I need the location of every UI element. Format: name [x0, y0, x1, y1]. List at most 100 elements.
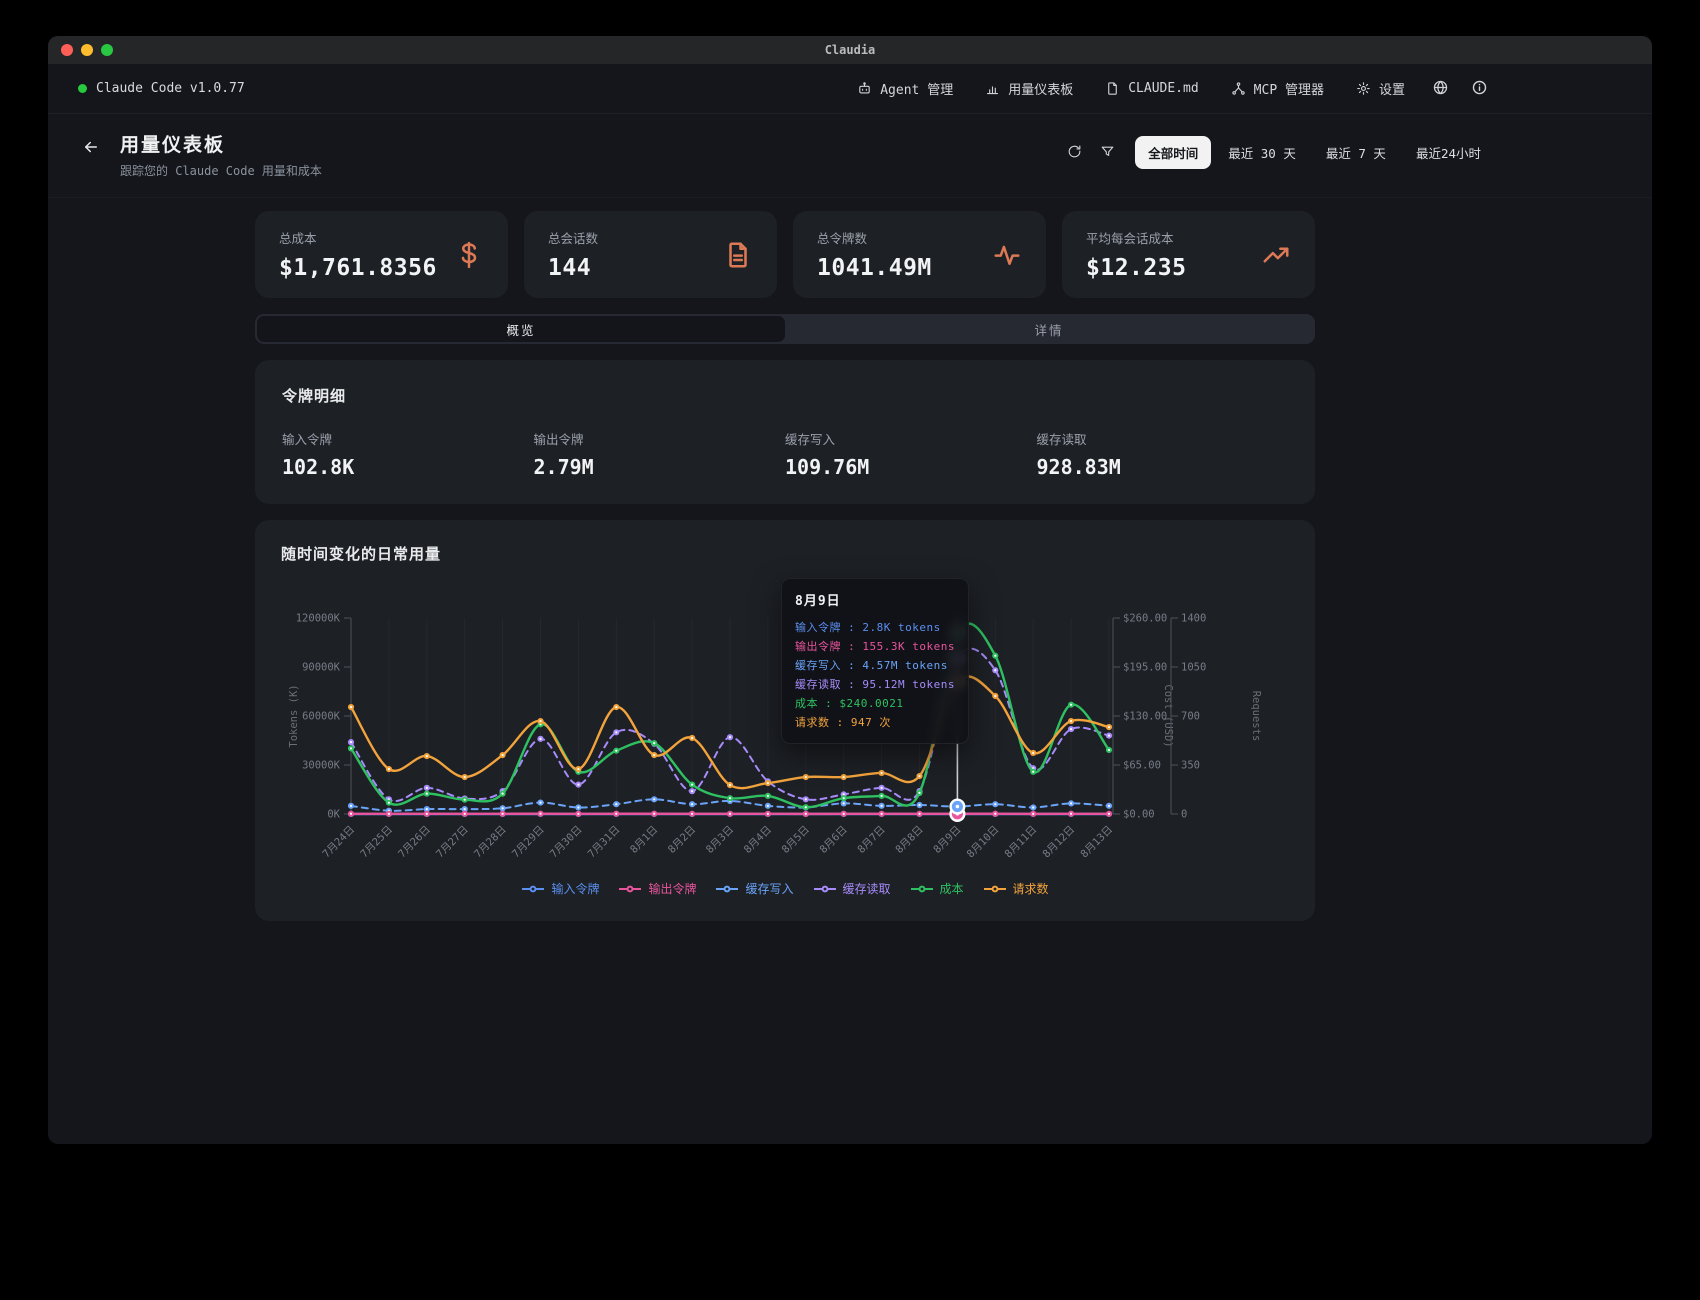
svg-text:$130.00: $130.00	[1123, 711, 1167, 723]
network-icon	[1231, 81, 1246, 96]
svg-text:8月8日: 8月8日	[893, 824, 925, 856]
legend-marker-icon	[715, 884, 739, 894]
language-button[interactable]	[1426, 73, 1455, 105]
bot-icon	[857, 81, 872, 96]
stat-card: 总令牌数1041.49M	[793, 211, 1046, 298]
main-content: 总成本$1,761.8356总会话数144总令牌数1041.49M平均每会话成本…	[48, 198, 1652, 1144]
breakdown-value: 102.8K	[282, 455, 534, 479]
app-window: Claudia Claude Code v1.0.77 Agent 管理用量仪表…	[48, 36, 1652, 1144]
time-filter-1[interactable]: 最近 30 天	[1215, 136, 1309, 169]
svg-text:7月31日: 7月31日	[586, 824, 623, 861]
svg-text:Requests: Requests	[1250, 691, 1262, 742]
time-filter-3[interactable]: 最近24小时	[1403, 136, 1494, 169]
nav-item-label: 设置	[1379, 79, 1405, 98]
breakdown-label: 缓存写入	[785, 429, 1037, 448]
stat-label: 平均每会话成本	[1086, 228, 1186, 247]
time-filter-bar: 全部时间最近 30 天最近 7 天最近24小时	[1061, 136, 1494, 169]
usage-chart-card: 随时间变化的日常用量 120000K90000K60000K30000K0KTo…	[255, 520, 1315, 921]
legend-item-缓存写入[interactable]: 缓存写入	[715, 880, 793, 897]
time-filter-0[interactable]: 全部时间	[1135, 136, 1211, 169]
svg-text:$65.00: $65.00	[1123, 760, 1161, 772]
svg-text:8月7日: 8月7日	[855, 824, 887, 856]
chart-legend: 输入令牌 输出令牌 缓存写入 缓存读取 成本 请求数	[281, 880, 1289, 897]
svg-text:0K: 0K	[327, 809, 340, 821]
trend-up-icon	[1261, 240, 1291, 270]
tooltip-row: 输入令牌 : 2.8K tokens	[795, 618, 955, 637]
minimize-window-button[interactable]	[81, 44, 93, 56]
nav-item-agent-manager[interactable]: Agent 管理	[846, 72, 964, 105]
nav-item-usage-dashboard[interactable]: 用量仪表板	[974, 72, 1084, 105]
window-title: Claudia	[825, 43, 876, 57]
nav-item-claude-md[interactable]: CLAUDE.md	[1094, 74, 1209, 103]
usage-chart-title: 随时间变化的日常用量	[281, 543, 1289, 564]
breakdown-value: 2.79M	[534, 455, 786, 479]
tooltip-date: 8月9日	[795, 590, 955, 609]
about-button[interactable]	[1465, 73, 1494, 105]
top-nav: Agent 管理用量仪表板 CLAUDE.md MCP 管理器 设置	[846, 72, 1494, 105]
svg-text:7月26日: 7月26日	[396, 824, 433, 861]
svg-text:120000K: 120000K	[296, 613, 341, 625]
nav-item-settings[interactable]: 设置	[1345, 72, 1416, 105]
dollar-icon	[454, 240, 484, 270]
legend-item-输入令牌[interactable]: 输入令牌	[521, 880, 599, 897]
stat-value: $1,761.8356	[279, 255, 437, 281]
legend-item-输出令牌[interactable]: 输出令牌	[618, 880, 696, 897]
page-header: 用量仪表板 跟踪您的 Claude Code 用量和成本 全部时间最近 30 天…	[48, 114, 1652, 198]
close-window-button[interactable]	[61, 44, 73, 56]
tab-overview[interactable]: 概览	[257, 316, 785, 342]
svg-text:7月29日: 7月29日	[510, 824, 547, 861]
stat-card: 平均每会话成本 $12.235	[1062, 211, 1315, 298]
breakdown-label: 缓存读取	[1037, 429, 1289, 448]
legend-item-缓存读取[interactable]: 缓存读取	[813, 880, 891, 897]
legend-item-成本[interactable]: 成本	[910, 880, 964, 897]
legend-marker-icon	[618, 884, 642, 894]
breakdown-item: 缓存读取 928.83M	[1037, 429, 1289, 479]
breakdown-value: 928.83M	[1037, 455, 1289, 479]
page-title: 用量仪表板	[120, 130, 322, 157]
back-button[interactable]	[78, 132, 104, 165]
refresh-button[interactable]	[1061, 138, 1088, 168]
token-breakdown-title: 令牌明细	[282, 385, 1288, 406]
funnel-icon	[1100, 144, 1115, 162]
svg-text:7月24日: 7月24日	[320, 824, 357, 861]
tooltip-row: 请求数 : 947 次	[795, 713, 955, 732]
chart-tooltip: 8月9日 输入令牌 : 2.8K tokens输出令牌 : 155.3K tok…	[781, 578, 969, 744]
svg-text:350: 350	[1181, 760, 1200, 772]
stat-label: 总会话数	[548, 228, 598, 247]
svg-text:8月1日: 8月1日	[628, 824, 660, 856]
gear-icon	[1356, 81, 1371, 96]
legend-marker-icon	[983, 884, 1007, 894]
filter-button[interactable]	[1094, 138, 1121, 168]
svg-text:8月13日: 8月13日	[1078, 824, 1115, 861]
stat-card: 总会话数144	[524, 211, 777, 298]
info-icon	[1471, 79, 1488, 99]
svg-text:8月10日: 8月10日	[965, 824, 1002, 861]
stat-value: $12.235	[1086, 255, 1186, 281]
time-filter-2[interactable]: 最近 7 天	[1313, 136, 1399, 169]
stat-cards: 总成本$1,761.8356总会话数144总令牌数1041.49M平均每会话成本…	[255, 211, 1315, 298]
maximize-window-button[interactable]	[101, 44, 113, 56]
file-icon	[1105, 81, 1120, 96]
legend-label: 请求数	[1013, 880, 1049, 897]
breakdown-label: 输入令牌	[282, 429, 534, 448]
stat-value: 1041.49M	[817, 255, 932, 281]
legend-label: 输入令牌	[551, 880, 599, 897]
arrow-left-icon	[82, 138, 100, 159]
svg-text:8月6日: 8月6日	[818, 824, 850, 856]
svg-text:7月30日: 7月30日	[548, 824, 585, 861]
globe-icon	[1432, 79, 1449, 99]
legend-item-请求数[interactable]: 请求数	[983, 880, 1049, 897]
tab-details[interactable]: 详情	[785, 316, 1313, 342]
app-version: Claude Code v1.0.77	[78, 81, 245, 96]
svg-text:8月9日: 8月9日	[931, 824, 963, 856]
tooltip-row: 输出令牌 : 155.3K tokens	[795, 637, 955, 656]
nav-item-mcp-manager[interactable]: MCP 管理器	[1220, 72, 1335, 105]
svg-text:90000K: 90000K	[302, 662, 341, 674]
app-version-label: Claude Code v1.0.77	[96, 81, 245, 96]
legend-label: 缓存读取	[843, 880, 891, 897]
svg-text:8月2日: 8月2日	[666, 824, 698, 856]
nav-item-label: MCP 管理器	[1254, 79, 1324, 98]
svg-text:7月25日: 7月25日	[358, 824, 395, 861]
svg-text:7月28日: 7月28日	[472, 824, 509, 861]
breakdown-item: 输入令牌 102.8K	[282, 429, 534, 479]
